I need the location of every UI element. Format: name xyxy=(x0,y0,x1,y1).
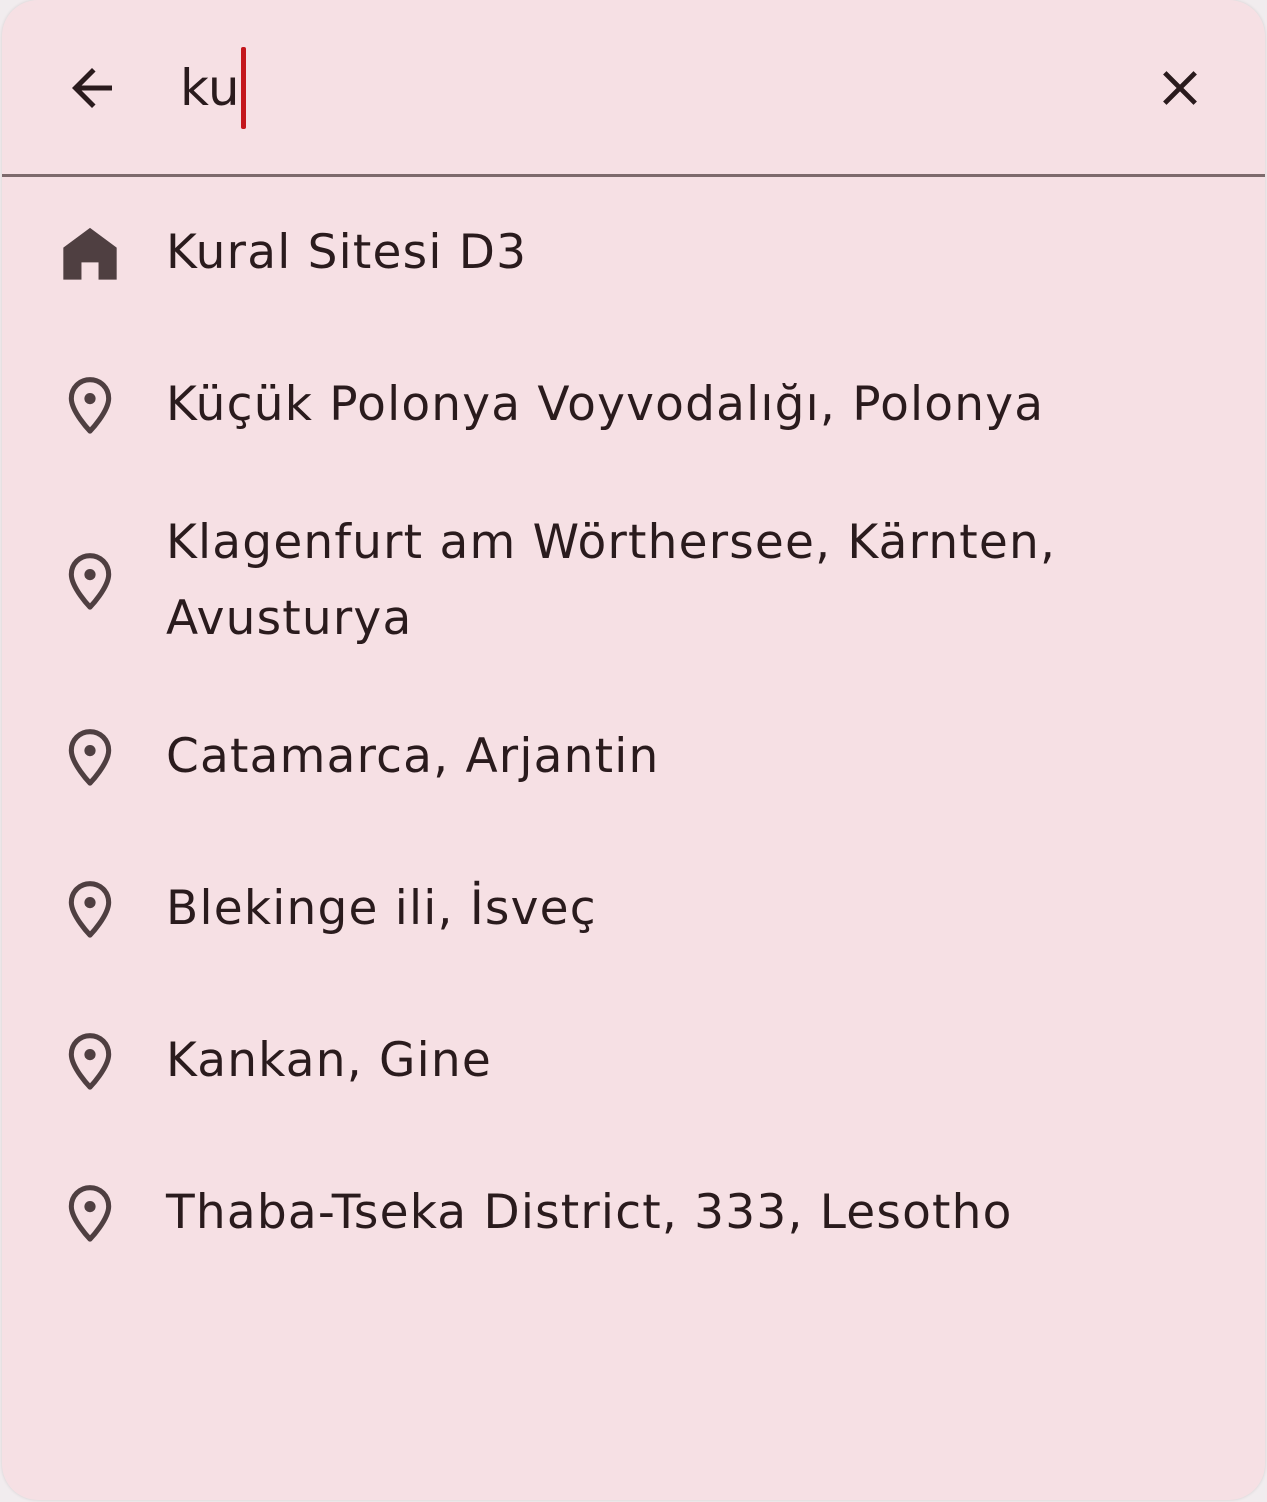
close-icon xyxy=(1163,71,1197,105)
location-pin-icon xyxy=(58,725,122,789)
location-pin-icon xyxy=(58,549,122,613)
location-pin-icon xyxy=(58,1029,122,1093)
list-item[interactable]: Thaba-Tseka District, 333, Lesotho xyxy=(2,1137,1265,1289)
search-input[interactable]: ku xyxy=(180,40,247,136)
list-item[interactable]: Klagenfurt am Wörthersee, Kärnten, Avust… xyxy=(2,481,1265,681)
result-label: Kankan, Gine xyxy=(166,1033,493,1088)
list-item[interactable]: Catamarca, Arjantin xyxy=(2,681,1265,833)
results-list: Kural Sitesi D3 Küçük Polonya Voyvodalığ… xyxy=(2,177,1265,1289)
result-label: Thaba-Tseka District, 333, Lesotho xyxy=(166,1185,1013,1240)
search-query: ku xyxy=(180,59,241,117)
arrow-back-icon xyxy=(72,68,112,108)
list-item[interactable]: Blekinge ili, İsveç xyxy=(2,833,1265,985)
list-item[interactable]: Kankan, Gine xyxy=(2,985,1265,1137)
back-button[interactable] xyxy=(52,48,132,128)
location-pin-icon xyxy=(58,877,122,941)
search-sheet: ku Kural Sitesi D3 Küçük Polonya Voyvoda… xyxy=(2,0,1265,1500)
list-item[interactable]: Küçük Polonya Voyvodalığı, Polonya xyxy=(2,329,1265,481)
location-pin-icon xyxy=(58,1181,122,1245)
clear-button[interactable] xyxy=(1140,48,1220,128)
text-caret xyxy=(241,47,247,129)
result-label: Blekinge ili, İsveç xyxy=(166,881,597,936)
result-label: Catamarca, Arjantin xyxy=(166,729,660,784)
result-label: Küçük Polonya Voyvodalığı, Polonya xyxy=(166,377,1045,432)
result-label: Kural Sitesi D3 xyxy=(166,225,528,280)
home-icon xyxy=(58,221,122,285)
result-label: Klagenfurt am Wörthersee, Kärnten, Avust… xyxy=(166,515,1057,646)
list-item[interactable]: Kural Sitesi D3 xyxy=(2,177,1265,329)
location-pin-icon xyxy=(58,373,122,437)
search-bar: ku xyxy=(2,0,1265,175)
